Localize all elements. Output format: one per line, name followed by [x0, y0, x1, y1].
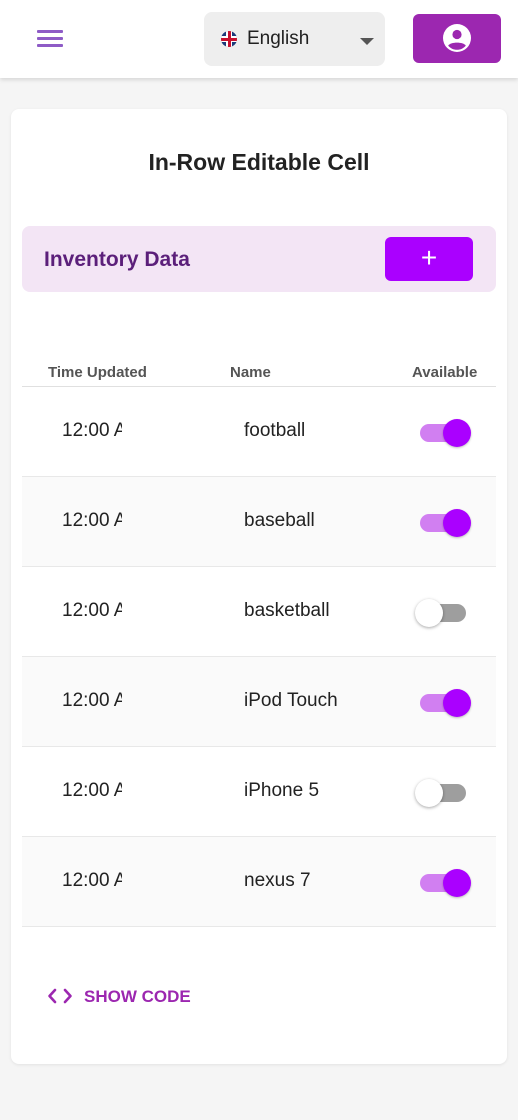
hamburger-menu-icon: [37, 30, 63, 33]
table-row: 12:00 AM football: [22, 387, 496, 477]
available-toggle[interactable]: [415, 867, 473, 897]
name-cell[interactable]: baseball: [244, 510, 315, 532]
language-label: English: [247, 28, 310, 49]
column-header-name[interactable]: Name: [230, 364, 271, 381]
name-cell[interactable]: football: [244, 420, 305, 442]
available-toggle[interactable]: [415, 417, 473, 447]
table-row: 12:00 AM nexus 7: [22, 837, 496, 927]
table-row: 12:00 AM basketball: [22, 567, 496, 657]
table-row: 12:00 AM iPhone 5: [22, 747, 496, 837]
account-circle-icon: [443, 24, 471, 52]
language-select[interactable]: English: [204, 12, 385, 66]
time-cell[interactable]: 12:00 AM: [62, 600, 122, 622]
table-row: 12:00 AM baseball: [22, 477, 496, 567]
content-card: In-Row Editable Cell Inventory Data + Ti…: [11, 109, 507, 1064]
inventory-toolbar: Inventory Data +: [22, 226, 496, 292]
column-header-available[interactable]: Available: [412, 364, 477, 381]
code-icon: [48, 988, 72, 1004]
time-cell[interactable]: 12:00 AM: [62, 420, 122, 442]
time-cell[interactable]: 12:00 AM: [62, 510, 122, 532]
add-row-button[interactable]: +: [385, 237, 473, 281]
name-cell[interactable]: basketball: [244, 600, 330, 622]
available-toggle[interactable]: [415, 687, 473, 717]
top-app-bar: English: [0, 0, 518, 78]
name-cell[interactable]: iPod Touch: [244, 690, 338, 712]
account-button[interactable]: [413, 14, 501, 63]
available-toggle[interactable]: [415, 597, 473, 627]
inventory-table: Time Updated Name Available 12:00 AM foo…: [22, 359, 496, 927]
time-cell[interactable]: 12:00 AM: [62, 690, 122, 712]
available-toggle[interactable]: [415, 507, 473, 537]
time-cell[interactable]: 12:00 AM: [62, 780, 122, 802]
time-cell[interactable]: 12:00 AM: [62, 870, 122, 892]
page-title: In-Row Editable Cell: [148, 149, 370, 175]
table-header: Time Updated Name Available: [22, 359, 496, 387]
name-cell[interactable]: iPhone 5: [244, 780, 319, 802]
menu-button[interactable]: [36, 28, 64, 50]
chevron-down-icon: [360, 38, 374, 45]
column-header-time-updated[interactable]: Time Updated: [48, 364, 147, 381]
inventory-title: Inventory Data: [44, 248, 190, 271]
show-code-label: SHOW CODE: [84, 987, 191, 1006]
uk-flag-icon: [221, 31, 237, 47]
available-toggle[interactable]: [415, 777, 473, 807]
name-cell[interactable]: nexus 7: [244, 870, 311, 892]
table-row: 12:00 AM iPod Touch: [22, 657, 496, 747]
